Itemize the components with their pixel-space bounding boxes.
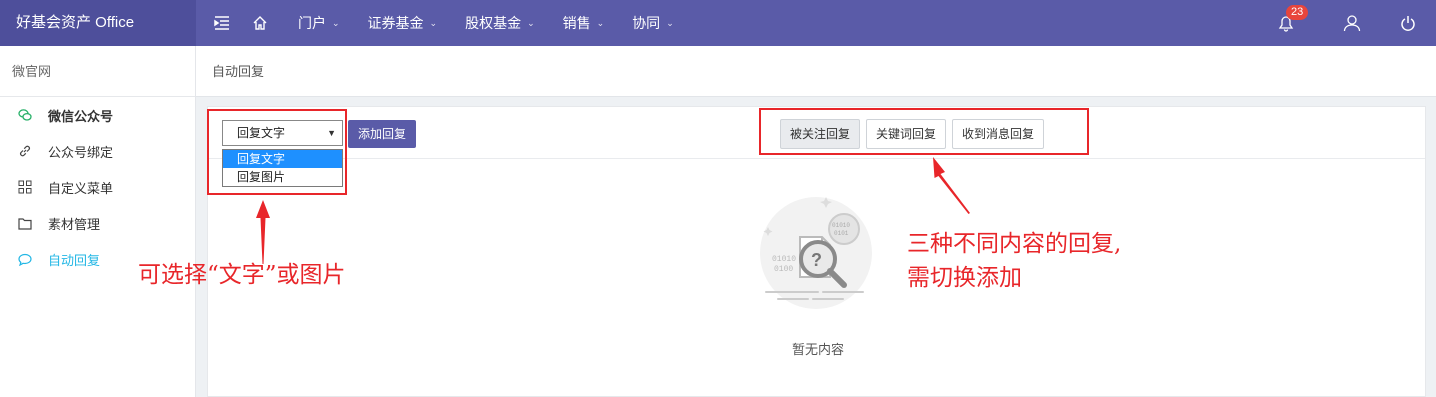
option-reply-text[interactable]: 回复文字 <box>223 150 342 168</box>
option-reply-image[interactable]: 回复图片 <box>223 168 342 186</box>
sidebar-item-label: 自动回复 <box>48 252 101 268</box>
top-right-actions: 23 <box>1258 0 1436 46</box>
sidebar-item-material-management[interactable]: 素材管理 <box>0 205 195 241</box>
link-icon <box>20 145 30 157</box>
sidebar-item-label: 微信公众号 <box>48 108 114 124</box>
annotation-box-tabs <box>759 108 1089 155</box>
chevron-down-icon: ⌄ <box>332 17 340 28</box>
nav-collaboration[interactable]: 协同 ⌄ <box>632 0 674 46</box>
svg-text:01010: 01010 <box>832 222 850 229</box>
notification-badge: 23 <box>1286 5 1309 20</box>
nav-label: 门户 <box>298 15 326 31</box>
top-bar: 好基会资产 Office 门户 ⌄ 证券基金 ⌄ 股权基金 ⌄ 销售 ⌄ 协同 ⌄ 23 <box>0 0 1436 46</box>
nav-label: 股权基金 <box>465 15 522 31</box>
breadcrumb: 自动回复 <box>196 46 1436 97</box>
app-title[interactable]: 好基会资产 Office <box>0 0 196 46</box>
add-reply-button[interactable]: 添加回复 <box>348 120 417 148</box>
chevron-down-icon: ⌄ <box>666 17 674 28</box>
nav-label: 协同 <box>632 15 661 31</box>
svg-text:01010: 01010 <box>772 255 796 264</box>
annotation-text-left: 可选择“文字”或图片 <box>138 262 346 288</box>
notification-button[interactable]: 23 <box>1258 0 1314 46</box>
user-button[interactable] <box>1324 0 1380 46</box>
nav-equity-fund[interactable]: 股权基金 ⌄ <box>465 0 535 46</box>
svg-text:?: ? <box>811 250 822 270</box>
nav-portal[interactable]: 门户 ⌄ <box>298 0 340 46</box>
sidebar-item-label: 公众号绑定 <box>48 144 114 160</box>
top-nav: 门户 ⌄ 证券基金 ⌄ 股权基金 ⌄ 销售 ⌄ 协同 ⌄ <box>196 0 674 46</box>
sidebar-item-label: 自定义菜单 <box>48 180 114 196</box>
folder-icon <box>18 217 32 230</box>
power-button[interactable] <box>1380 0 1436 46</box>
nav-securities-fund[interactable]: 证券基金 ⌄ <box>368 0 438 46</box>
svg-text:0101: 0101 <box>834 230 849 237</box>
sidebar: 微官网 微信公众号 公众号绑定 自定义菜单 素材管理 自动回复 <box>0 46 196 397</box>
nav-sales[interactable]: 销售 ⌄ <box>563 0 605 46</box>
user-icon <box>1343 15 1361 32</box>
home-icon[interactable] <box>242 0 278 46</box>
reply-type-dropdown: 回复文字 回复图片 <box>222 149 343 187</box>
svg-text:0100: 0100 <box>774 265 793 274</box>
empty-state-illustration: 01010 0100 01010 0101 ? <box>760 197 872 309</box>
chevron-down-icon: ⌄ <box>527 17 535 28</box>
empty-state-text: 暂无内容 <box>791 342 844 357</box>
annotation-text-right-2: 需切换添加 <box>907 265 1022 291</box>
chevron-down-icon: ⌄ <box>429 17 438 28</box>
sidebar-item-account-binding[interactable]: 公众号绑定 <box>0 133 195 169</box>
grid-icon <box>18 180 32 194</box>
sidebar-item-custom-menu[interactable]: 自定义菜单 <box>0 169 195 205</box>
sidebar-item-label: 素材管理 <box>48 216 101 232</box>
power-icon <box>1401 15 1415 31</box>
menu-toggle-icon[interactable] <box>204 0 240 46</box>
chevron-down-icon: ⌄ <box>596 17 605 28</box>
comment-icon <box>18 253 32 266</box>
annotation-text-right-1: 三种不同内容的回复, <box>907 231 1122 257</box>
sidebar-item-wechat-account[interactable]: 微信公众号 <box>0 97 195 133</box>
sidebar-header: 微官网 <box>0 46 195 97</box>
nav-label: 销售 <box>562 15 591 31</box>
nav-label: 证券基金 <box>367 15 424 31</box>
chat-icon <box>18 109 32 121</box>
page-title: 自动回复 <box>212 64 265 79</box>
